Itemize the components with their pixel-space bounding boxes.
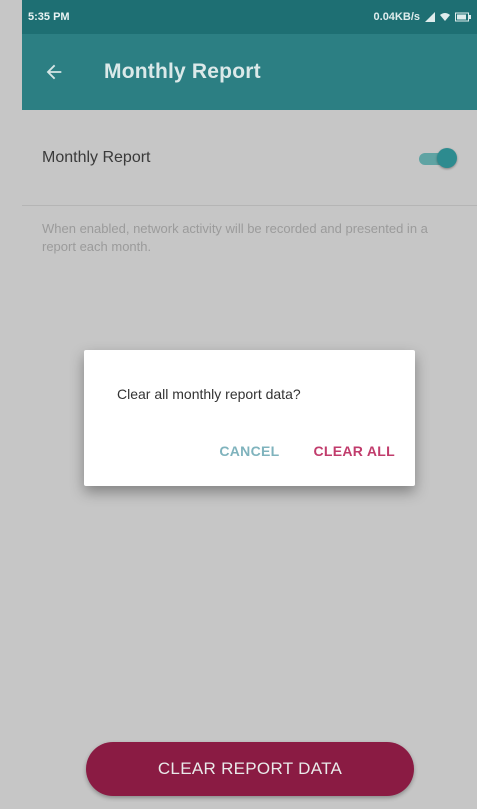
setting-description: When enabled, network activity will be r… [42,221,428,254]
cancel-button[interactable]: CANCEL [219,443,279,459]
status-bar: 5:35 PM 0.04KB/s [22,0,477,34]
toolbar: Monthly Report [22,34,477,110]
monthly-report-toggle[interactable] [417,147,457,168]
dialog-message: Clear all monthly report data? [117,386,301,402]
settings-list: Monthly Report When enabled, network act… [22,110,477,256]
wifi-icon [440,13,450,21]
battery-icon [455,12,471,22]
status-icons: 0.04KB/s [374,11,471,23]
dialog-actions: CANCEL CLEAR ALL [219,443,395,459]
screen: 5:35 PM 0.04KB/s Monthly Report Monthly … [0,0,477,809]
setting-monthly-report[interactable]: Monthly Report [22,110,477,206]
confirm-dialog: Clear all monthly report data? CANCEL CL… [84,350,415,486]
arrow-left-icon [46,64,62,80]
back-button[interactable] [42,60,66,84]
network-speed: 0.04KB/s [373,11,420,23]
signal-icon [425,12,435,22]
setting-label: Monthly Report [42,148,151,166]
status-time: 5:35 PM [28,11,70,23]
page-title: Monthly Report [104,60,261,83]
clear-report-data-button[interactable]: CLEAR REPORT DATA [86,742,414,796]
toggle-thumb [437,147,457,168]
clear-all-button[interactable]: CLEAR ALL [313,443,395,459]
